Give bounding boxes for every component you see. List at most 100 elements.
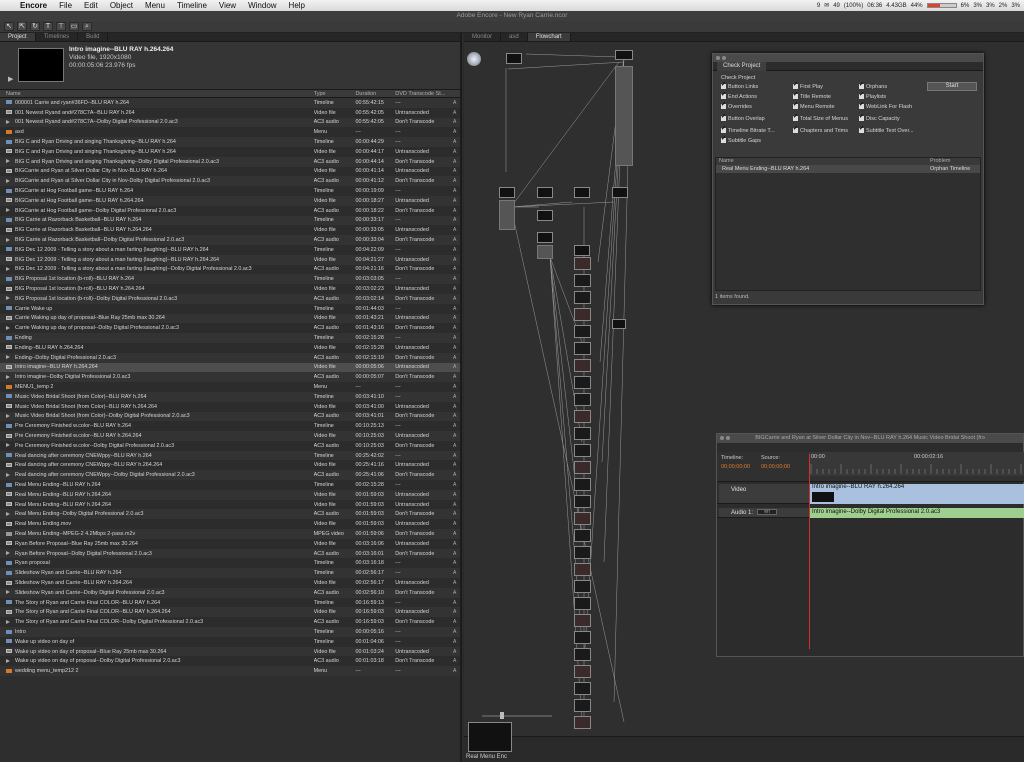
- table-row[interactable]: Real dancing after ceremony CNEWppy--Dol…: [0, 470, 460, 481]
- table-row[interactable]: Music Video Bridal Shoot (from Color)--B…: [0, 391, 460, 402]
- flow-timeline-thumb[interactable]: [574, 359, 591, 372]
- checkbox[interactable]: [721, 81, 726, 90]
- check-option[interactable]: Overrides: [721, 101, 752, 110]
- table-row[interactable]: Real Menu Ending--MPEG-2 4.2Mbps 2-pass.…: [0, 529, 460, 539]
- table-row[interactable]: BIGCarrie at Hog Football game--Dolby Di…: [0, 205, 460, 216]
- table-row[interactable]: Intro imagine--BLU RAY h.264.264 Video fi…: [0, 362, 460, 373]
- dialog-titlebar[interactable]: [713, 54, 983, 62]
- table-row[interactable]: Real Menu Ending--BLU RAY h.264 Timeline 0…: [0, 480, 460, 490]
- check-option[interactable]: Subtitle Text Over...: [859, 125, 914, 134]
- flow-node[interactable]: [537, 187, 553, 198]
- flow-node[interactable]: [612, 187, 628, 198]
- menu-menu[interactable]: Menu: [139, 1, 171, 10]
- table-row[interactable]: Music Video Bridal Shoot (from Color)--D…: [0, 411, 460, 422]
- flow-node-buttons[interactable]: [499, 200, 515, 230]
- tab-check-project[interactable]: Check Project: [717, 62, 767, 71]
- checkbox[interactable]: [721, 101, 726, 110]
- flow-menu-buttons[interactable]: [615, 66, 633, 166]
- close-icon[interactable]: [720, 436, 724, 440]
- flow-timeline-thumb[interactable]: [574, 444, 591, 457]
- flow-timeline-thumb[interactable]: [574, 393, 591, 406]
- menu-timeline[interactable]: Timeline: [171, 1, 213, 10]
- table-row[interactable]: Real Menu Ending--Dolby Digital Professi…: [0, 509, 460, 520]
- flow-timeline-thumb[interactable]: [574, 665, 591, 678]
- checkbox[interactable]: [793, 81, 798, 90]
- menu-object[interactable]: Object: [104, 1, 139, 10]
- col-duration[interactable]: Duration: [355, 90, 395, 97]
- timeline-titlebar[interactable]: BIGCarrie and Ryan at Silver Dollar City…: [717, 434, 1023, 443]
- table-row[interactable]: Carrie Waking up day of proposal--Blue R…: [0, 313, 460, 324]
- table-row[interactable]: BIG C and Ryan Driving and singing Thank…: [0, 156, 460, 167]
- clock[interactable]: 06:36: [867, 3, 882, 9]
- table-row[interactable]: Ending--BLU RAY h.264.264 Video file 00:02…: [0, 342, 460, 353]
- flow-timeline-thumb[interactable]: [574, 495, 591, 508]
- table-row[interactable]: Real Menu Ending.mov Video file 00:01:59:0…: [0, 519, 460, 530]
- col-dvd-transcode[interactable]: DVD Transcode St...: [395, 90, 453, 97]
- flow-timeline-thumb[interactable]: [574, 427, 591, 440]
- check-option[interactable]: Button Links: [721, 81, 758, 90]
- table-row[interactable]: Ryan Before Proposal--Blue Ray 25mb max …: [0, 538, 460, 549]
- table-row[interactable]: BIG Dec 12 2009 - Telling a story about …: [0, 254, 460, 265]
- checkbox[interactable]: [721, 113, 726, 122]
- table-row[interactable]: Pre Ceremony Finished w.color--Dolby Dig…: [0, 440, 460, 451]
- table-row[interactable]: Slideshow Ryan and Carrie--BLU RAY h.264…: [0, 568, 460, 579]
- zoom-tool-icon[interactable]: ⌕: [82, 22, 92, 31]
- menu-app[interactable]: Encore: [14, 1, 53, 10]
- audio-language-select[interactable]: en: [757, 509, 778, 516]
- check-option[interactable]: Chapters and Trims: [793, 125, 848, 134]
- flow-timeline-thumb[interactable]: [574, 699, 591, 712]
- table-row[interactable]: Pre Ceremony Finished w.color--BLU RAY h…: [0, 431, 460, 441]
- checkbox[interactable]: [793, 91, 798, 100]
- check-option[interactable]: Button Overlap: [721, 113, 765, 122]
- col-problem-name[interactable]: Name: [716, 158, 930, 165]
- check-option[interactable]: Title Remote: [793, 91, 831, 100]
- flow-timeline-thumb[interactable]: [574, 410, 591, 423]
- tab-build[interactable]: Build: [78, 33, 109, 41]
- playhead[interactable]: [809, 454, 810, 649]
- disc-icon[interactable]: [467, 52, 481, 66]
- tab-timelines[interactable]: Timelines: [36, 33, 79, 41]
- flow-node[interactable]: [499, 187, 515, 198]
- checkbox[interactable]: [859, 91, 864, 100]
- flow-timeline-thumb[interactable]: [574, 376, 591, 389]
- table-row[interactable]: BIG Dec 12 2009 - Telling a story about …: [0, 264, 460, 275]
- source-timecode[interactable]: 00;00;00;00: [761, 464, 790, 470]
- flow-timeline-thumb[interactable]: [574, 631, 591, 644]
- col-name[interactable]: Name: [0, 90, 314, 97]
- table-row[interactable]: Real dancing after ceremony CNEWppy--BLU…: [0, 450, 460, 461]
- menu-window[interactable]: Window: [242, 1, 282, 10]
- flow-timeline-thumb[interactable]: [574, 291, 591, 304]
- menu-file[interactable]: File: [53, 1, 78, 10]
- checkbox[interactable]: [859, 125, 864, 134]
- check-option[interactable]: Subtitle Gaps: [721, 135, 761, 144]
- checkbox[interactable]: [721, 135, 726, 144]
- flow-timeline-thumb[interactable]: [574, 257, 591, 270]
- table-row[interactable]: BIGCarrie and Ryan at Silver Dollar City…: [0, 176, 460, 187]
- menu-help[interactable]: Help: [283, 1, 311, 10]
- battery-status[interactable]: (100%): [844, 3, 863, 9]
- flow-menu-node[interactable]: [615, 50, 633, 60]
- table-row[interactable]: BIG Carrie at Razorback Basketball--BLU …: [0, 215, 460, 226]
- rotate-tool-icon[interactable]: ↻: [30, 22, 40, 31]
- play-icon[interactable]: ▶: [8, 75, 15, 83]
- table-row[interactable]: BIGCarrie and Ryan at Silver Dollar City…: [0, 166, 460, 177]
- checkbox[interactable]: [859, 101, 864, 110]
- flow-node[interactable]: [574, 187, 590, 198]
- table-row[interactable]: Intro imagine--Dolby Digital Professiona…: [0, 372, 460, 383]
- tab-project[interactable]: Project: [0, 33, 36, 41]
- zoom-slider[interactable]: [482, 715, 552, 717]
- flow-timeline-thumb[interactable]: [574, 325, 591, 338]
- table-row[interactable]: 001 Newest Ryand and#278C7A--BLU RAY h.2…: [0, 107, 460, 118]
- flow-node-buttons[interactable]: [537, 245, 553, 259]
- check-option[interactable]: WebLink For Flash: [859, 101, 912, 110]
- flow-timeline-thumb[interactable]: [574, 563, 591, 576]
- table-row[interactable]: Real Menu Ending--BLU RAY h.264.264 Video…: [0, 499, 460, 510]
- table-row[interactable]: The Story of Ryan and Carrie Final COLOR…: [0, 617, 460, 628]
- flow-timeline-thumb[interactable]: [574, 342, 591, 355]
- check-option[interactable]: End Actions: [721, 91, 757, 100]
- flow-timeline-thumb[interactable]: [574, 529, 591, 542]
- flow-timeline-thumb[interactable]: [574, 308, 591, 321]
- table-row[interactable]: Carrie Wake up Timeline 00:01:44:03 --- A: [0, 303, 460, 314]
- check-option[interactable]: Menu Remote: [793, 101, 835, 110]
- status-small-count[interactable]: 9: [817, 3, 820, 9]
